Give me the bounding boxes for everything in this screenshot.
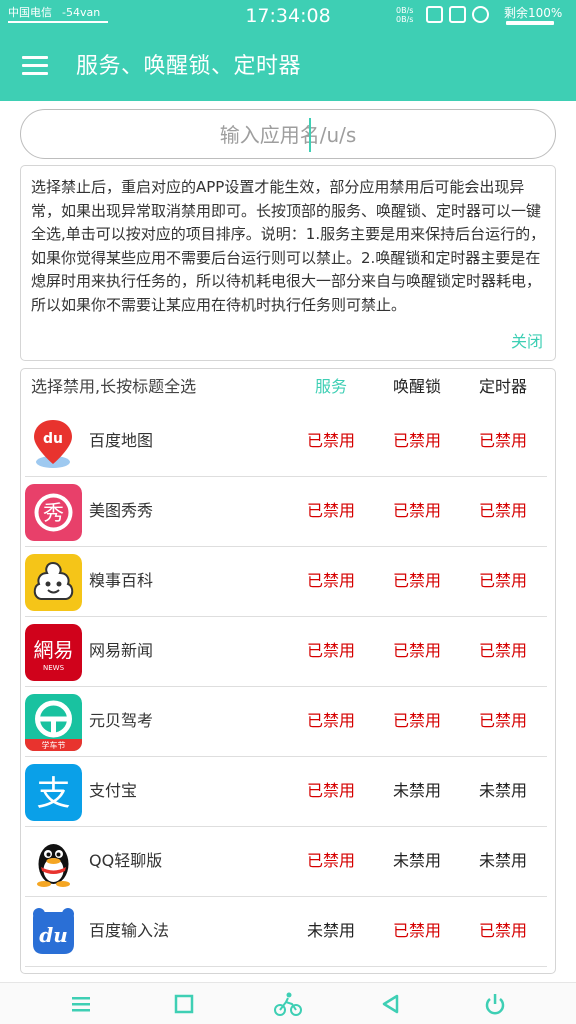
- service-toggle[interactable]: 已禁用: [291, 851, 371, 871]
- app-name: 网易新闻: [89, 641, 154, 660]
- qq-lite-icon: [25, 834, 82, 891]
- app-name: 糗事百科: [89, 571, 154, 590]
- alipay-icon: 支: [25, 764, 82, 821]
- status-icons: [426, 6, 489, 23]
- back-triangle-icon[interactable]: [378, 991, 404, 1017]
- app-bar: 服务、唤醒锁、定时器: [0, 34, 576, 101]
- meitu-icon: 秀: [25, 484, 82, 541]
- column-timer[interactable]: 定时器: [463, 377, 543, 397]
- page-title: 服务、唤醒锁、定时器: [76, 54, 302, 79]
- app-name: 百度输入法: [89, 921, 170, 940]
- baidu-input-logo-text: du: [39, 923, 68, 947]
- table-row: QQ轻聊版 已禁用 未禁用 未禁用: [25, 827, 547, 897]
- service-toggle[interactable]: 已禁用: [291, 711, 371, 731]
- netease-logo-subtext: NEWS: [43, 664, 65, 672]
- table-row: 学车节 元贝驾考 已禁用 已禁用 已禁用: [25, 687, 547, 757]
- table-row: du 百度地图 已禁用 已禁用 已禁用: [25, 407, 547, 477]
- info-panel: 选择禁止后，重启对应的APP设置才能生效，部分应用禁用后可能会出现异常，如果出现…: [20, 165, 556, 361]
- timer-toggle[interactable]: 已禁用: [463, 501, 543, 521]
- service-toggle[interactable]: 已禁用: [291, 431, 371, 451]
- table-row: 秀 美图秀秀 已禁用 已禁用 已禁用: [25, 477, 547, 547]
- timer-toggle[interactable]: 已禁用: [463, 711, 543, 731]
- text-cursor: [309, 118, 311, 152]
- search-input[interactable]: 输入应用名/u/s: [20, 109, 556, 159]
- wakelock-toggle[interactable]: 已禁用: [377, 501, 457, 521]
- service-toggle[interactable]: 已禁用: [291, 571, 371, 591]
- battery-icon: [506, 21, 554, 25]
- table-row: 網易 NEWS 网易新闻 已禁用 已禁用 已禁用: [25, 617, 547, 687]
- battery-label: 剩余100%: [504, 6, 563, 20]
- timer-toggle[interactable]: 已禁用: [463, 571, 543, 591]
- timer-toggle[interactable]: 未禁用: [463, 851, 543, 871]
- status-bar: 中国电信 -54van 17:34:08 0B/s 0B/s 剩余100%: [0, 0, 576, 34]
- netease-news-icon: 網易 NEWS: [25, 624, 82, 681]
- menu-icon[interactable]: [68, 991, 94, 1017]
- clock: 17:34:08: [245, 5, 331, 27]
- cyclist-icon[interactable]: [274, 991, 302, 1017]
- wakelock-toggle[interactable]: 已禁用: [377, 711, 457, 731]
- alipay-logo-text: 支: [37, 774, 71, 814]
- timer-toggle[interactable]: 已禁用: [463, 641, 543, 661]
- wakelock-toggle[interactable]: 未禁用: [377, 851, 457, 871]
- table-row: 支 支付宝 已禁用 未禁用 未禁用: [25, 757, 547, 827]
- qiushibaike-icon: [25, 554, 82, 611]
- info-text: 选择禁止后，重启对应的APP设置才能生效，部分应用禁用后可能会出现异常，如果出现…: [31, 178, 546, 314]
- wakelock-toggle[interactable]: 已禁用: [377, 431, 457, 451]
- app-name: 百度地图: [89, 431, 154, 450]
- net-speed: 0B/s 0B/s: [396, 6, 413, 24]
- service-toggle[interactable]: 已禁用: [291, 781, 371, 801]
- power-icon[interactable]: [482, 991, 508, 1017]
- yuanbei-logo-text: 学车节: [42, 740, 66, 750]
- wakelock-toggle[interactable]: 已禁用: [377, 571, 457, 591]
- table-row: du 百度输入法 未禁用 已禁用 已禁用: [25, 897, 547, 967]
- cast-icon: [449, 6, 466, 23]
- app-name: 美图秀秀: [89, 501, 154, 520]
- alarm-icon: [472, 6, 489, 23]
- baidu-map-icon: du: [25, 414, 82, 471]
- list-header: 选择禁用,长按标题全选 服务 唤醒锁 定时器: [21, 369, 555, 407]
- square-icon[interactable]: [171, 991, 197, 1017]
- baidu-input-icon: du: [25, 904, 82, 961]
- yuanbei-jiakao-icon: 学车节: [25, 694, 82, 751]
- timer-toggle[interactable]: 未禁用: [463, 781, 543, 801]
- meitu-logo-text: 秀: [43, 501, 64, 525]
- baidu-map-logo-text: du: [43, 431, 63, 447]
- vibrate-icon: [426, 6, 443, 23]
- service-toggle[interactable]: 已禁用: [291, 501, 371, 521]
- navigation-bar: [0, 982, 576, 1024]
- table-row: 糗事百科 已禁用 已禁用 已禁用: [25, 547, 547, 617]
- net-speed-up: 0B/s: [396, 6, 414, 15]
- timer-toggle[interactable]: 已禁用: [463, 921, 543, 941]
- app-list-panel: 选择禁用,长按标题全选 服务 唤醒锁 定时器 du 百度地图 已禁用 已禁用 已…: [20, 368, 556, 974]
- close-info-button[interactable]: 关闭: [511, 332, 543, 352]
- app-name: 支付宝: [89, 781, 138, 800]
- app-name: QQ轻聊版: [89, 851, 163, 870]
- wakelock-toggle[interactable]: 未禁用: [377, 781, 457, 801]
- service-toggle[interactable]: 已禁用: [291, 641, 371, 661]
- search-placeholder: 输入应用名/u/s: [219, 123, 357, 147]
- service-toggle[interactable]: 未禁用: [291, 921, 371, 941]
- wakelock-toggle[interactable]: 已禁用: [377, 641, 457, 661]
- wakelock-toggle[interactable]: 已禁用: [377, 921, 457, 941]
- hamburger-menu-icon[interactable]: [22, 56, 48, 76]
- net-speed-down: 0B/s: [396, 15, 414, 24]
- app-name: 元贝驾考: [89, 711, 154, 730]
- netease-logo-text: 網易: [34, 638, 74, 662]
- timer-toggle[interactable]: 已禁用: [463, 431, 543, 451]
- list-hint: 选择禁用,长按标题全选: [31, 377, 197, 396]
- column-service[interactable]: 服务: [291, 377, 371, 397]
- column-wakelock[interactable]: 唤醒锁: [377, 377, 457, 397]
